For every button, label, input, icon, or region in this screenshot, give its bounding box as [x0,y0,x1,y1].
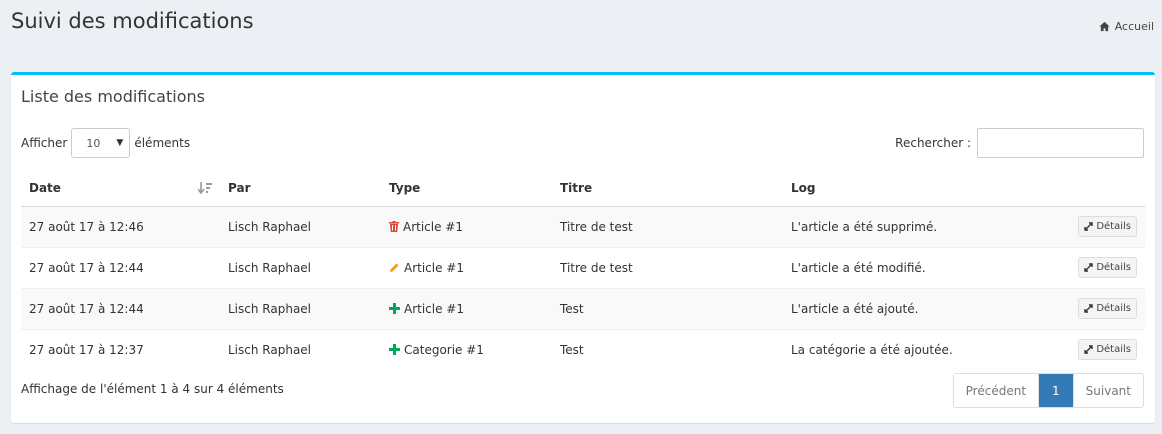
cell-titre: Titre de test [552,246,783,288]
page-length-control: Afficher 10 ▼ éléments [21,128,190,158]
cell-date: 27 août 17 à 12:46 [21,205,220,247]
table-row: 27 août 17 à 12:44 Lisch Raphael Article… [21,246,1145,288]
breadcrumb-home-link[interactable]: Accueil [1115,20,1154,33]
type-label: Article #1 [403,219,463,234]
length-label-before: Afficher [21,136,68,150]
cell-actions: Détails [1065,328,1145,370]
plus-icon [389,344,400,355]
expand-icon [1084,222,1094,231]
pencil-icon [390,263,399,272]
details-button[interactable]: Détails [1078,298,1137,319]
cell-type: Article #1 [381,246,552,288]
column-header-actions [1065,170,1145,207]
details-button[interactable]: Détails [1078,216,1137,237]
expand-icon [1084,263,1094,272]
pagination-previous-button[interactable]: Précédent [953,374,1040,407]
breadcrumb[interactable]: Accueil [1099,20,1154,33]
sort-desc-icon [198,182,212,195]
page-length-value: 10 [86,136,101,150]
plus-icon [389,303,400,314]
cell-par: Lisch Raphael [220,287,381,329]
column-header-par[interactable]: Par [220,170,381,207]
cell-par: Lisch Raphael [220,246,381,288]
cell-date: 27 août 17 à 12:44 [21,246,220,288]
cell-actions: Détails [1065,287,1145,329]
trash-icon [389,221,399,232]
cell-titre: Test [552,287,783,329]
expand-icon [1084,304,1094,313]
table-info: Affichage de l'élément 1 à 4 sur 4 éléme… [21,382,284,396]
pagination: Précédent 1 Suivant [952,373,1144,408]
cell-log: L'article a été ajouté. [783,287,1065,329]
expand-icon [1084,345,1094,354]
search-label: Rechercher : [895,136,971,150]
search-input[interactable] [977,128,1144,158]
column-header-date[interactable]: Date [21,170,220,207]
column-header-type[interactable]: Type [381,170,552,207]
cell-titre: Titre de test [552,205,783,247]
box-title: Liste des modifications [21,87,205,106]
cell-type: Article #1 [381,287,552,329]
table-row: 27 août 17 à 12:44 Lisch Raphael Article… [21,287,1145,329]
pagination-page-1[interactable]: 1 [1039,374,1073,407]
changes-box: Liste des modifications Afficher 10 ▼ él… [11,72,1155,423]
page-length-select[interactable]: 10 ▼ [71,128,131,158]
pagination-next-button[interactable]: Suivant [1072,374,1143,407]
table-row: 27 août 17 à 12:46 Lisch Raphael Article… [21,205,1145,247]
column-header-titre[interactable]: Titre [552,170,783,207]
cell-type: Article #1 [381,205,552,247]
cell-actions: Détails [1065,205,1145,247]
details-button[interactable]: Détails [1078,257,1137,278]
page-title: Suivi des modifications [11,9,254,33]
table-row: 27 août 17 à 12:37 Lisch Raphael Categor… [21,328,1145,370]
home-icon [1099,21,1110,32]
cell-date: 27 août 17 à 12:37 [21,328,220,370]
cell-type: Categorie #1 [381,328,552,370]
type-label: Categorie #1 [404,342,484,357]
cell-actions: Détails [1065,246,1145,288]
changes-table: Date Par Type Titre Log 27 août 17 à 12:… [21,170,1145,370]
details-button[interactable]: Détails [1078,339,1137,360]
table-header-row: Date Par Type Titre Log [21,170,1145,207]
search-control: Rechercher : [895,128,1144,158]
column-header-log[interactable]: Log [783,170,1065,207]
cell-par: Lisch Raphael [220,205,381,247]
cell-log: L'article a été supprimé. [783,205,1065,247]
cell-titre: Test [552,328,783,370]
type-label: Article #1 [404,301,464,316]
cell-log: L'article a été modifié. [783,246,1065,288]
type-label: Article #1 [404,260,464,275]
cell-par: Lisch Raphael [220,328,381,370]
cell-date: 27 août 17 à 12:44 [21,287,220,329]
cell-log: La catégorie a été ajoutée. [783,328,1065,370]
chevron-down-icon: ▼ [116,138,124,148]
length-label-after: éléments [134,136,191,150]
